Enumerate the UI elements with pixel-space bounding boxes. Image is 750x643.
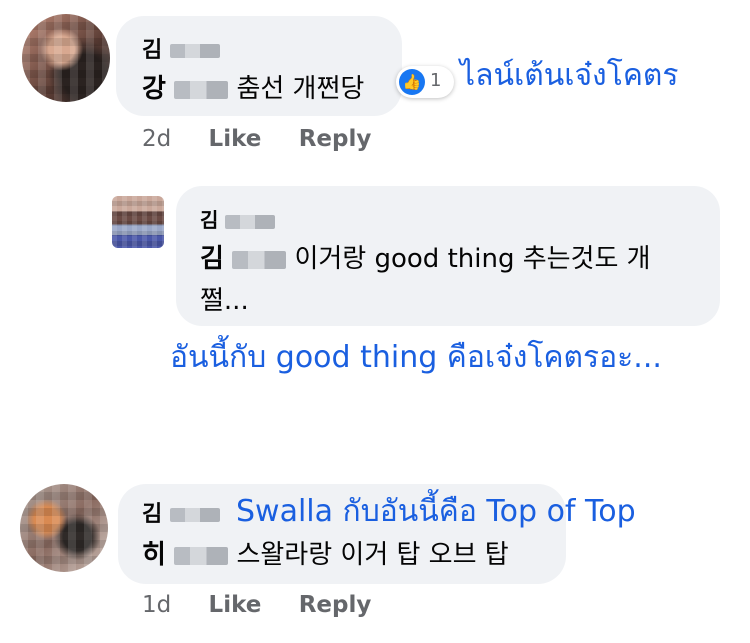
mention-blur <box>232 250 287 269</box>
reply-text-line2: 쩔... <box>200 286 249 316</box>
comment-author[interactable]: 김 <box>142 496 220 528</box>
author-initial: 김 <box>142 38 163 63</box>
reply-body: 이거랑 good thing 추는것도 개 <box>294 244 651 274</box>
like-button[interactable]: Like <box>209 592 262 618</box>
reaction-count: 1 <box>430 70 442 91</box>
avatar-blur <box>22 14 110 102</box>
comment-actions: 2d Like Reply <box>142 126 371 152</box>
comment-author[interactable]: 김 <box>142 32 220 64</box>
thumbs-up-icon: 👍 <box>399 69 425 95</box>
annotation-text: Swalla กับอันนี้คือ Top of Top <box>236 494 636 529</box>
avatar-blur <box>20 484 108 572</box>
mention-initial: 강 <box>142 74 166 104</box>
avatar[interactable] <box>22 14 110 102</box>
reaction-badge[interactable]: 👍 1 <box>396 66 454 98</box>
comment-text: 강 춤선 개쩐당 <box>142 68 364 105</box>
comment-text: 히 스왈라랑 이거 탑 오브 탑 <box>142 534 509 571</box>
reply-text-line1: 김 이거랑 good thing 추는것도 개 <box>200 238 651 275</box>
avatar-blur <box>112 196 164 248</box>
annotation-text: ไลน์เต้นเจ๋งโคตร <box>460 58 679 93</box>
mention-blur <box>174 546 229 565</box>
author-name-blur <box>169 44 220 58</box>
author-name-blur <box>225 214 276 229</box>
author-initial: 김 <box>142 502 163 527</box>
mention-blur <box>174 80 229 99</box>
avatar[interactable] <box>112 196 164 248</box>
mention-initial: 김 <box>200 244 224 274</box>
comment-actions: 1d Like Reply <box>142 592 371 618</box>
mention-initial: 히 <box>142 540 166 570</box>
comment-time[interactable]: 2d <box>142 126 171 152</box>
comment-body: 춤선 개쩐당 <box>236 74 365 104</box>
comment-time[interactable]: 1d <box>142 592 171 618</box>
reply-author[interactable]: 김 <box>200 204 276 233</box>
like-button[interactable]: Like <box>209 126 262 152</box>
reply-button[interactable]: Reply <box>299 126 372 152</box>
annotation-text: อันนี้กับ good thing คือเจ๋งโคตรอะ... <box>170 340 662 375</box>
reply-button[interactable]: Reply <box>299 592 372 618</box>
avatar[interactable] <box>20 484 108 572</box>
author-initial: 김 <box>200 208 219 232</box>
comment-body: 스왈라랑 이거 탑 오브 탑 <box>236 540 509 570</box>
author-name-blur <box>169 508 220 522</box>
